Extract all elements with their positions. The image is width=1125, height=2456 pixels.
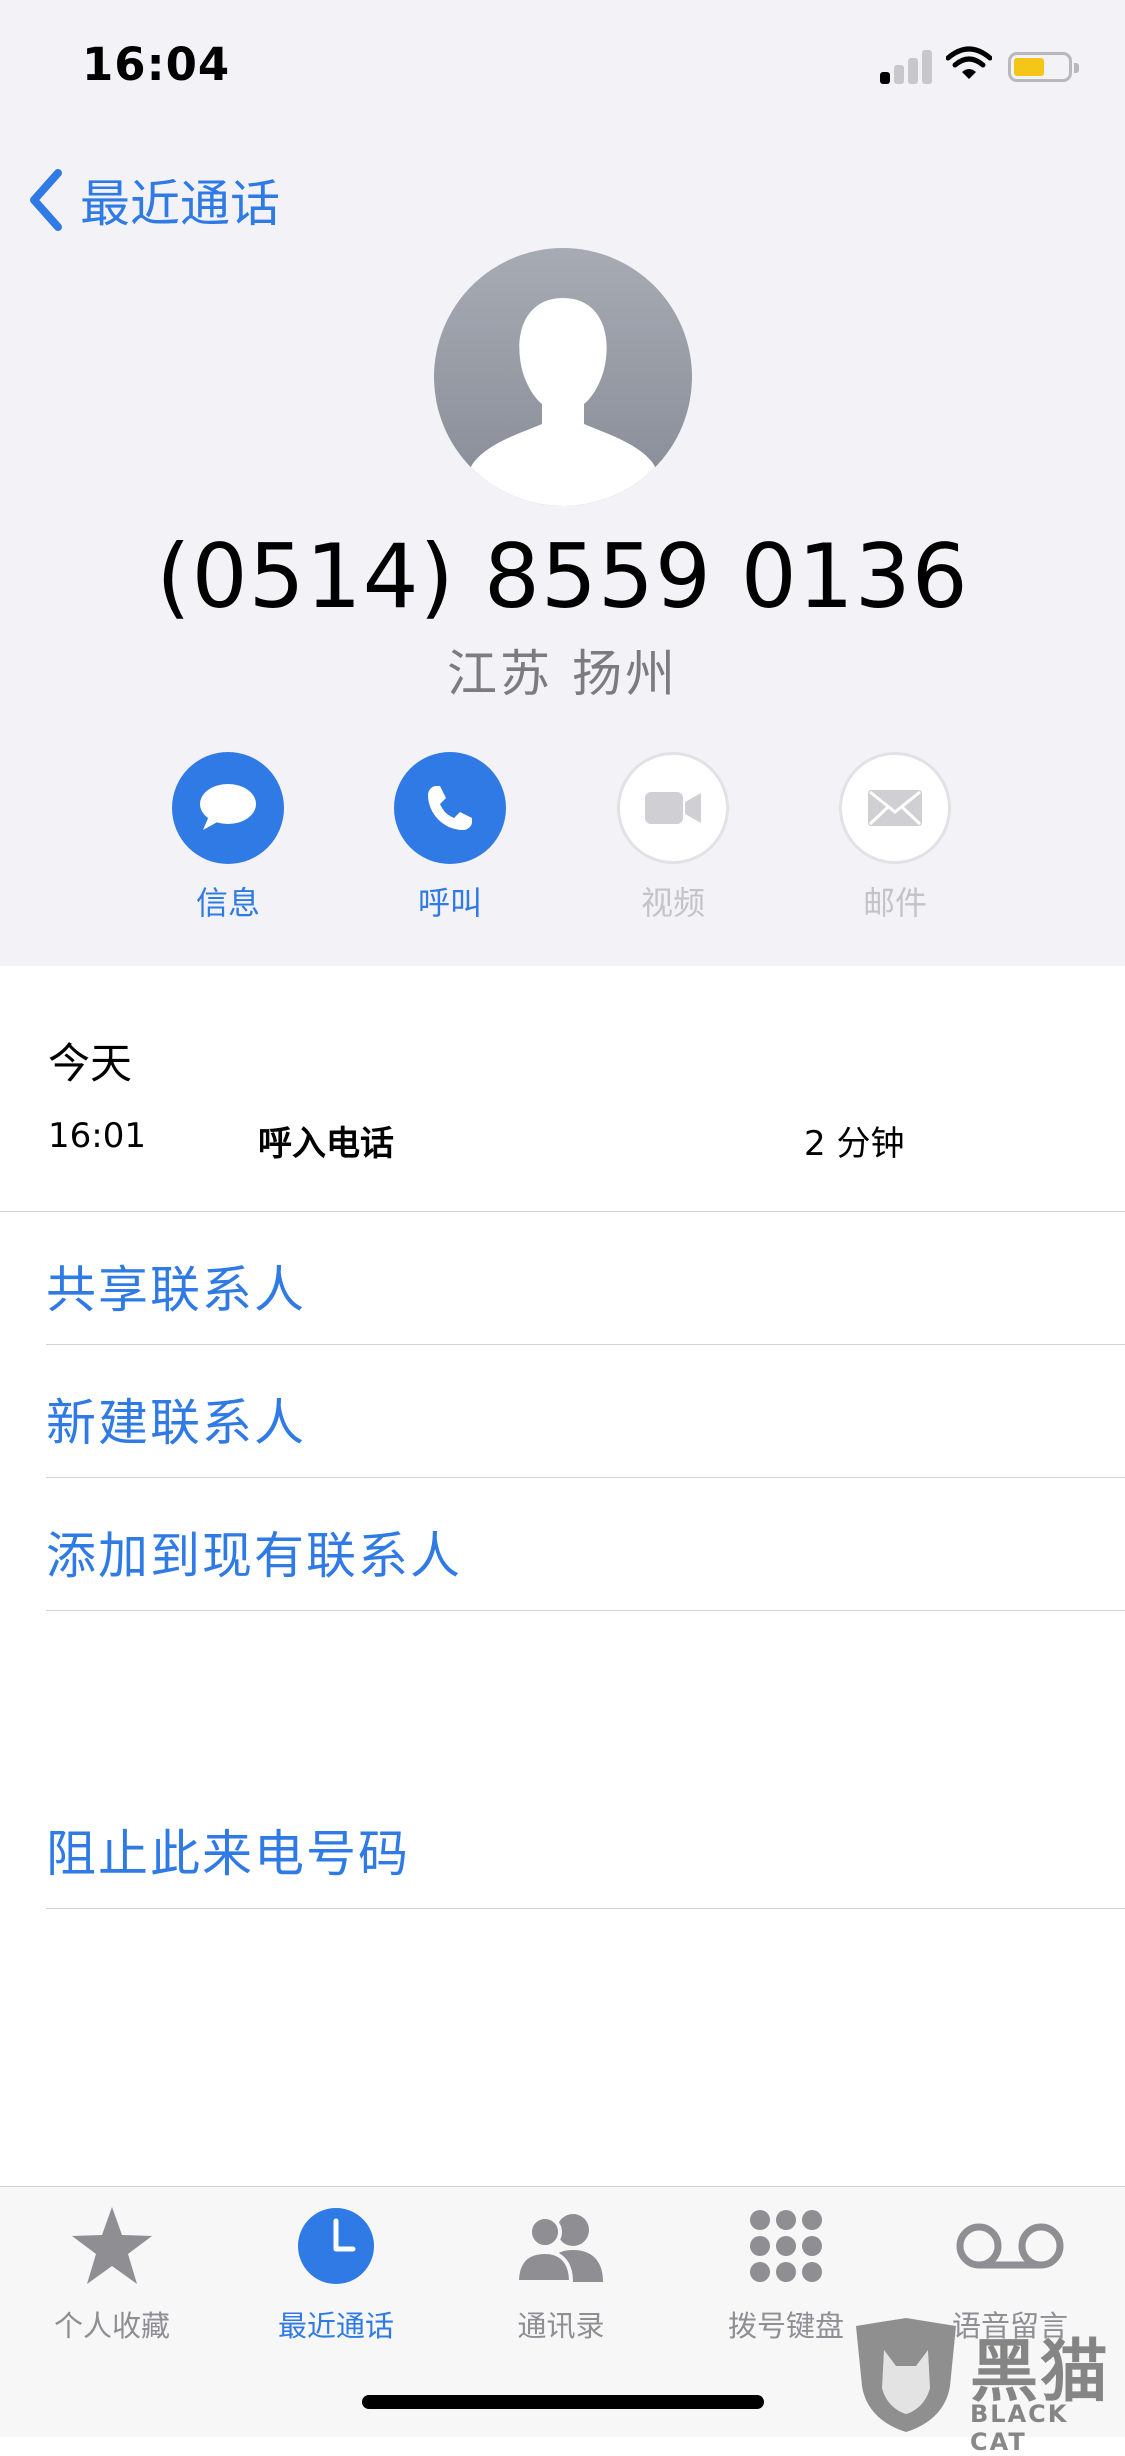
clock-icon [236, 2205, 436, 2287]
tab-recents[interactable]: 最近通话 [236, 2205, 436, 2345]
home-indicator[interactable] [362, 2395, 764, 2409]
tab-label: 通讯录 [517, 2309, 605, 2343]
video-icon [617, 752, 729, 864]
share-contact-button[interactable]: 共享联系人 [46, 1250, 306, 1322]
voicemail-icon [910, 2205, 1110, 2287]
star-icon [12, 2205, 212, 2287]
status-time: 16:04 [82, 38, 231, 91]
call-type: 呼入电话 [258, 1124, 394, 1164]
message-label: 信息 [195, 884, 260, 922]
divider [0, 1211, 1125, 1212]
call-duration: 2 分钟 [804, 1124, 905, 1164]
back-button[interactable]: 最近通话 [26, 165, 280, 235]
cat-shield-icon [856, 2318, 956, 2432]
divider [46, 1908, 1125, 1909]
watermark-english: BLACK CAT [970, 2400, 1069, 2456]
phone-icon [394, 752, 506, 864]
battery-icon [1008, 52, 1079, 82]
watermark-logo: 黑猫 BLACK CAT [850, 2316, 1120, 2456]
call-button[interactable]: 呼叫 [365, 752, 535, 924]
back-label: 最近通话 [80, 175, 280, 233]
person-silhouette-icon [464, 298, 662, 506]
tab-label: 个人收藏 [53, 2309, 170, 2343]
call-time: 16:01 [48, 1116, 146, 1156]
video-label: 视频 [640, 884, 705, 922]
divider [46, 1344, 1125, 1345]
wifi-icon [945, 46, 993, 82]
message-button[interactable]: 信息 [143, 752, 313, 924]
add-to-existing-contact-button[interactable]: 添加到现有联系人 [46, 1516, 462, 1588]
chevron-left-icon [30, 169, 62, 231]
mail-button[interactable]: 邮件 [810, 752, 980, 924]
mail-icon [839, 752, 951, 864]
video-button[interactable]: 视频 [588, 752, 758, 924]
contacts-icon [461, 2205, 661, 2287]
block-caller-button[interactable]: 阻止此来电号码 [46, 1814, 410, 1886]
keypad-icon [686, 2205, 886, 2287]
new-contact-button[interactable]: 新建联系人 [46, 1383, 306, 1455]
divider [46, 1477, 1125, 1478]
tab-contacts[interactable]: 通讯录 [461, 2205, 661, 2345]
contact-avatar [434, 248, 692, 506]
message-icon [172, 752, 284, 864]
caller-location: 江苏 扬州 [447, 645, 678, 703]
call-label: 呼叫 [417, 884, 482, 922]
mail-label: 邮件 [862, 884, 927, 922]
tab-label: 最近通话 [277, 2309, 394, 2343]
phone-number: (0514) 8559 0136 [156, 525, 969, 628]
call-log-section: 今天 [48, 1039, 133, 1088]
divider [46, 1610, 1125, 1611]
tab-favorites[interactable]: 个人收藏 [12, 2205, 212, 2345]
signal-icon [880, 48, 940, 84]
